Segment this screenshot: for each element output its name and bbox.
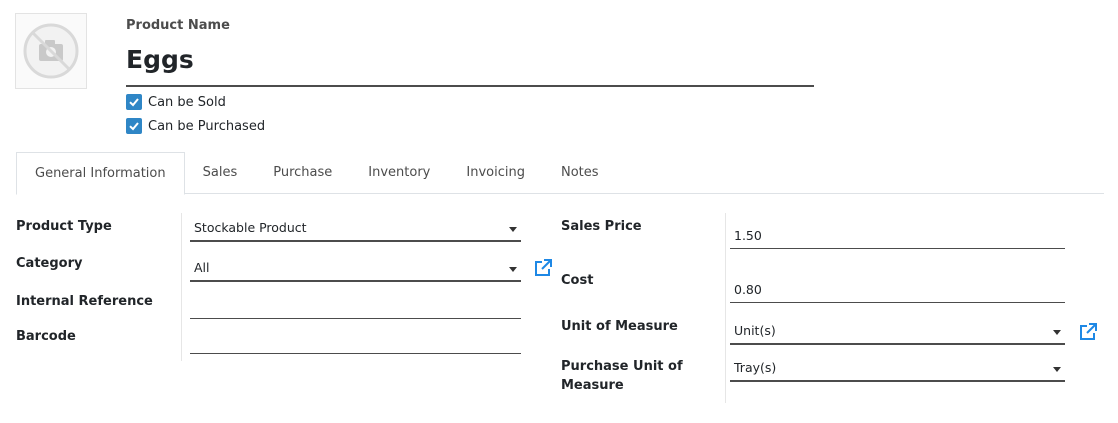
can-be-sold-checkbox[interactable] <box>126 94 142 110</box>
purchase-uom-label-line1: Purchase Unit of <box>561 359 683 374</box>
can-be-purchased-label: Can be Purchased <box>148 118 266 134</box>
can-be-sold-row[interactable]: Can be Sold <box>126 94 226 110</box>
camera-icon <box>23 23 79 79</box>
external-link-icon[interactable] <box>533 258 553 278</box>
category-value: All <box>194 260 210 275</box>
tab-sales[interactable]: Sales <box>185 152 256 194</box>
product-type-select[interactable]: Stockable Product <box>190 220 521 242</box>
tab-inventory[interactable]: Inventory <box>350 152 448 194</box>
internal-reference-label: Internal Reference <box>16 294 153 309</box>
cost-label: Cost <box>561 273 594 288</box>
barcode-input[interactable] <box>190 334 521 354</box>
product-type-value: Stockable Product <box>194 220 307 235</box>
unit-of-measure-select[interactable]: Unit(s) <box>730 323 1065 345</box>
cost-value: 0.80 <box>734 282 762 297</box>
product-image[interactable] <box>15 13 87 89</box>
chevron-down-icon <box>509 267 517 272</box>
category-select[interactable]: All <box>190 260 521 282</box>
sales-price-input[interactable]: 1.50 <box>730 228 1065 249</box>
sales-price-label: Sales Price <box>561 219 642 234</box>
purchase-uom-value: Tray(s) <box>734 360 777 375</box>
tab-notes[interactable]: Notes <box>543 152 617 194</box>
notebook-tabs: General Information Sales Purchase Inven… <box>16 152 1104 195</box>
can-be-purchased-checkbox[interactable] <box>126 118 142 134</box>
cost-input[interactable]: 0.80 <box>730 282 1065 303</box>
left-column-separator <box>181 213 182 361</box>
can-be-sold-label: Can be Sold <box>148 94 226 110</box>
product-name-label: Product Name <box>126 18 230 33</box>
internal-reference-input[interactable] <box>190 299 521 319</box>
can-be-purchased-row[interactable]: Can be Purchased <box>126 118 265 134</box>
chevron-down-icon <box>1053 330 1061 335</box>
tab-invoicing[interactable]: Invoicing <box>448 152 543 194</box>
checkmark-icon <box>129 122 139 131</box>
checkmark-icon <box>129 98 139 107</box>
purchase-uom-select[interactable]: Tray(s) <box>730 360 1065 382</box>
unit-of-measure-label: Unit of Measure <box>561 319 678 334</box>
product-type-label: Product Type <box>16 219 112 234</box>
sales-price-value: 1.50 <box>734 228 762 243</box>
chevron-down-icon <box>509 227 517 232</box>
purchase-uom-label-line2: Measure <box>561 378 624 393</box>
tab-purchase[interactable]: Purchase <box>255 152 350 194</box>
external-link-icon[interactable] <box>1078 322 1098 342</box>
product-name-input[interactable]: Eggs <box>126 42 814 87</box>
right-column-separator <box>725 213 726 403</box>
barcode-label: Barcode <box>16 329 76 344</box>
category-label: Category <box>16 256 83 271</box>
tab-general-information[interactable]: General Information <box>16 152 185 195</box>
unit-of-measure-value: Unit(s) <box>734 323 776 338</box>
chevron-down-icon <box>1053 367 1061 372</box>
